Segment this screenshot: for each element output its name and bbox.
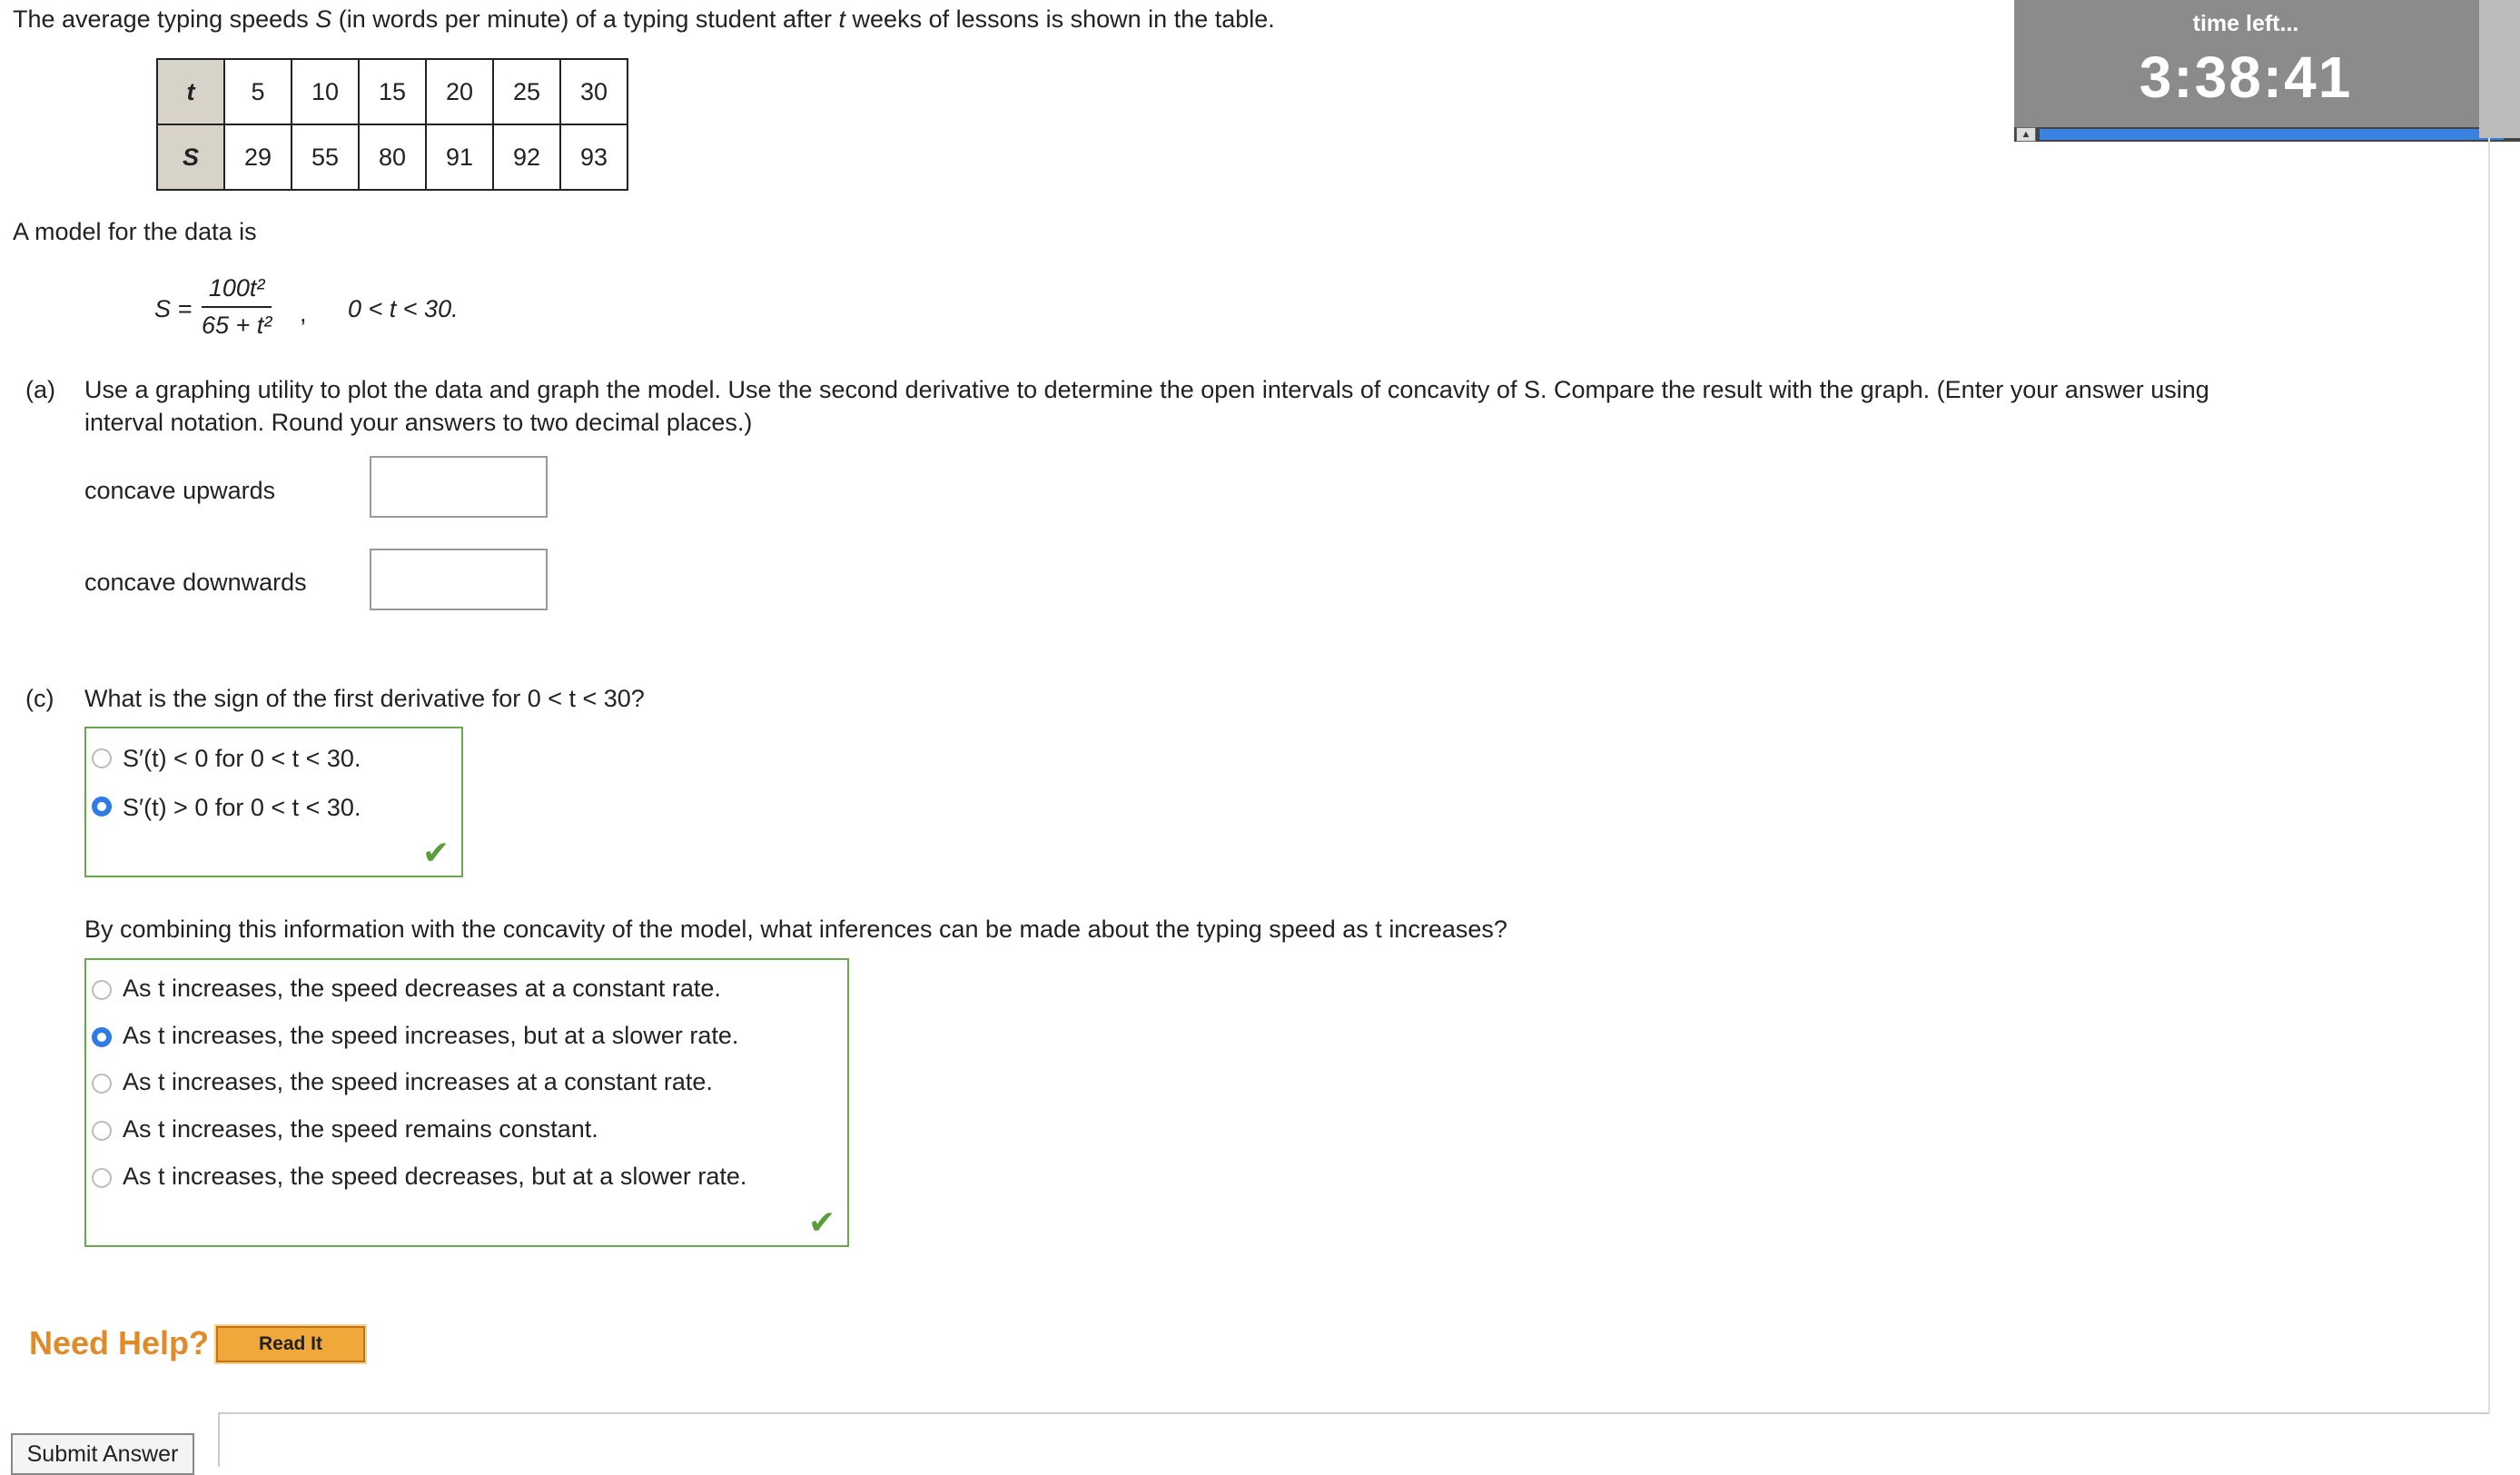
followup-question: By combining this information with the c…	[84, 916, 1507, 943]
timer-collapse-button[interactable]: ▲	[2016, 127, 2036, 142]
t-cell: 5	[223, 58, 292, 125]
var-t: t	[838, 5, 846, 33]
s-cell: 92	[492, 124, 561, 191]
option-1-label[interactable]: S′(t) < 0 for 0 < t < 30.	[123, 745, 361, 773]
problem-intro: The average typing speeds S (in words pe…	[13, 5, 1275, 34]
timer-value: 3:38:41	[2139, 45, 2353, 110]
timer-progress-fill	[2040, 129, 2504, 140]
inference-3-label[interactable]: As t increases, the speed increases at a…	[123, 1068, 713, 1096]
model-domain: 0 < t < 30.	[348, 295, 459, 322]
divider	[2488, 138, 2490, 1414]
table-row-s: S 29 55 80 91 92 93	[156, 124, 628, 191]
part-c-question: What is the sign of the first derivative…	[84, 685, 645, 712]
concave-down-input[interactable]	[370, 549, 548, 610]
s-cell: 80	[358, 124, 427, 191]
intro-text-mid: (in words per minute) of a typing studen…	[331, 5, 839, 33]
inference-2-label[interactable]: As t increases, the speed increases, but…	[123, 1022, 738, 1050]
t-header: t	[156, 58, 225, 125]
t-cell: 15	[358, 58, 427, 125]
radio-option-2[interactable]	[92, 797, 112, 817]
read-it-button[interactable]: Read It	[214, 1324, 367, 1364]
s-cell: 55	[291, 124, 360, 191]
radio-inference-2[interactable]	[92, 1027, 112, 1047]
radio-option-1[interactable]	[92, 748, 112, 768]
t-cell: 25	[492, 58, 561, 125]
intro-text-after: weeks of lessons is shown in the table.	[845, 5, 1275, 33]
table-row-t: t 5 10 15 20 25 30	[156, 58, 628, 125]
inference-choices: As t increases, the speed decreases at a…	[84, 958, 849, 1247]
inference-5-label[interactable]: As t increases, the speed decreases, but…	[123, 1163, 746, 1191]
t-cell: 30	[559, 58, 628, 125]
concave-down-label: concave downwards	[84, 569, 307, 596]
s-cell: 29	[223, 124, 292, 191]
model-intro: A model for the data is	[13, 218, 257, 245]
concave-up-input[interactable]	[370, 456, 548, 518]
t-cell: 20	[425, 58, 494, 125]
part-a-label: (a)	[25, 376, 55, 403]
timer-panel: time left... 3:38:41 ▲	[2014, 0, 2520, 142]
option-2-label[interactable]: S′(t) > 0 for 0 < t < 30.	[123, 794, 361, 822]
need-help-label: Need Help?	[29, 1324, 210, 1361]
concave-up-label: concave upwards	[84, 477, 276, 504]
intro-text: The average typing speeds	[13, 5, 316, 33]
correct-check-icon: ✔	[808, 1203, 836, 1241]
inference-4-label[interactable]: As t increases, the speed remains consta…	[123, 1115, 598, 1143]
divider	[218, 1412, 220, 1467]
model-denominator: 65 + t²	[202, 312, 272, 339]
part-a-text2: interval notation. Round your answers to…	[84, 409, 753, 436]
model-numerator: 100t²	[202, 274, 272, 308]
radio-inference-4[interactable]	[92, 1121, 112, 1141]
model-fraction: 100t² 65 + t²	[202, 274, 272, 340]
radio-inference-5[interactable]	[92, 1168, 112, 1188]
t-cell: 10	[291, 58, 360, 125]
data-table: t 5 10 15 20 25 30 S 29 55 80 91 92 93	[156, 58, 628, 191]
submit-answer-button[interactable]: Submit Answer	[11, 1433, 194, 1475]
model-comma: ,	[300, 300, 307, 327]
s-header: S	[156, 124, 225, 191]
correct-check-icon: ✔	[422, 834, 450, 871]
derivative-sign-choices: S′(t) < 0 for 0 < t < 30. S′(t) > 0 for …	[84, 727, 463, 877]
part-a-text: Use a graphing utility to plot the data …	[84, 376, 2209, 403]
s-cell: 91	[425, 124, 494, 191]
part-c-label: (c)	[25, 685, 54, 712]
radio-inference-1[interactable]	[92, 980, 112, 1000]
divider	[218, 1412, 2490, 1414]
radio-inference-3[interactable]	[92, 1074, 112, 1094]
s-cell: 93	[559, 124, 628, 191]
timer-side-panel	[2479, 0, 2520, 138]
timer-label: time left...	[2192, 11, 2299, 36]
model-lhs: S =	[154, 295, 193, 322]
var-s: S	[315, 5, 332, 33]
inference-1-label[interactable]: As t increases, the speed decreases at a…	[123, 975, 721, 1003]
